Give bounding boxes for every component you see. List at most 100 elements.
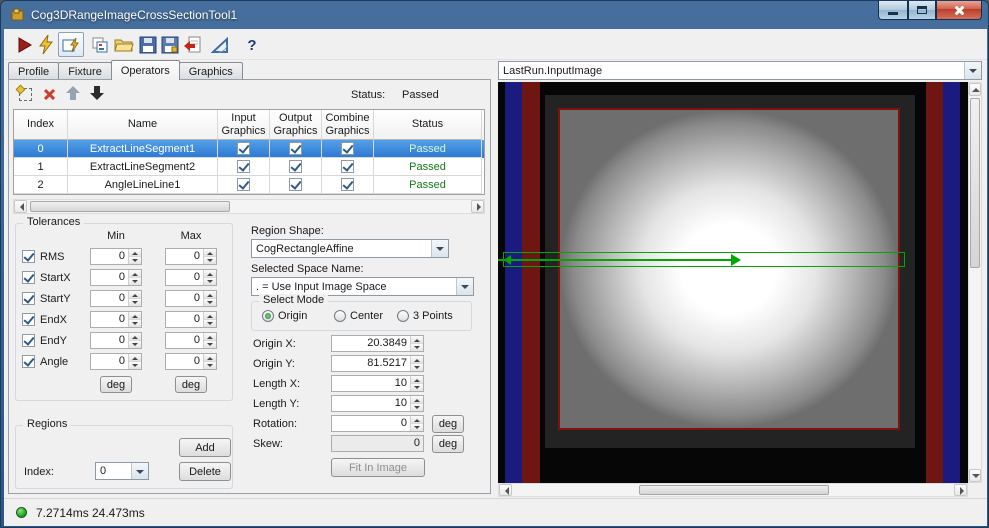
- add-region-button[interactable]: Add: [179, 438, 231, 457]
- spin-down-icon[interactable]: [129, 278, 141, 285]
- input-graphics-checkbox[interactable]: [237, 142, 250, 155]
- scroll-right-icon[interactable]: [954, 484, 967, 496]
- endy-checkbox[interactable]: [22, 334, 35, 347]
- spin-down-icon[interactable]: [129, 257, 141, 264]
- spin-up-icon[interactable]: [129, 312, 141, 320]
- spin-down-icon[interactable]: [204, 278, 216, 285]
- rotation-spinner[interactable]: 0: [331, 415, 424, 432]
- startx-min-spinner[interactable]: 0: [90, 269, 142, 286]
- output-graphics-checkbox[interactable]: [289, 178, 302, 191]
- spin-down-icon[interactable]: [129, 362, 141, 369]
- spin-down-icon[interactable]: [204, 299, 216, 306]
- delete-operator-icon[interactable]: [41, 86, 57, 102]
- spin-down-icon[interactable]: [411, 384, 423, 391]
- radio-origin[interactable]: Origin: [262, 310, 307, 322]
- spin-up-icon[interactable]: [204, 333, 216, 341]
- maximize-button[interactable]: [908, 1, 936, 20]
- spin-up-icon[interactable]: [129, 333, 141, 341]
- starty-min-spinner[interactable]: 0: [90, 290, 142, 307]
- move-down-icon[interactable]: [89, 85, 105, 101]
- starty-max-spinner[interactable]: 0: [165, 290, 217, 307]
- rotation-deg-button[interactable]: deg: [432, 415, 464, 433]
- input-graphics-checkbox[interactable]: [237, 178, 250, 191]
- chevron-down-icon[interactable]: [964, 62, 981, 79]
- spin-up-icon[interactable]: [204, 270, 216, 278]
- delete-region-button[interactable]: Delete: [179, 462, 231, 481]
- spin-down-icon[interactable]: [204, 320, 216, 327]
- spin-down-icon[interactable]: [411, 404, 423, 411]
- spin-up-icon[interactable]: [204, 354, 216, 362]
- starty-checkbox[interactable]: [22, 292, 35, 305]
- spin-down-icon[interactable]: [129, 299, 141, 306]
- cross-section-line[interactable]: [498, 259, 739, 261]
- minimize-button[interactable]: [878, 1, 908, 20]
- input-graphics-checkbox[interactable]: [237, 160, 250, 173]
- rms-max-spinner[interactable]: 0: [165, 248, 217, 265]
- open-icon[interactable]: [114, 35, 134, 55]
- table-row[interactable]: 1 ExtractLineSegment2 Passed: [14, 158, 484, 176]
- endy-max-spinner[interactable]: 0: [165, 332, 217, 349]
- spin-up-icon[interactable]: [411, 336, 423, 344]
- scroll-left-icon[interactable]: [14, 200, 27, 213]
- scrollbar-thumb[interactable]: [639, 485, 829, 495]
- endx-max-spinner[interactable]: 0: [165, 311, 217, 328]
- image-vscrollbar[interactable]: [968, 82, 982, 483]
- spin-down-icon[interactable]: [204, 362, 216, 369]
- chevron-down-icon[interactable]: [431, 240, 448, 257]
- skew-deg-button[interactable]: deg: [432, 435, 464, 453]
- length-x-spinner[interactable]: 10: [331, 375, 424, 392]
- tab-profile[interactable]: Profile: [8, 62, 60, 80]
- tab-operators[interactable]: Operators: [110, 60, 180, 80]
- table-row[interactable]: 2 AngleLineLine1 Passed: [14, 176, 484, 194]
- rms-checkbox[interactable]: [22, 250, 35, 263]
- save-icon[interactable]: [138, 35, 158, 55]
- spin-down-icon[interactable]: [129, 320, 141, 327]
- combine-graphics-checkbox[interactable]: [341, 142, 354, 155]
- import-icon[interactable]: [182, 35, 202, 55]
- spin-down-icon[interactable]: [411, 364, 423, 371]
- spin-down-icon[interactable]: [411, 344, 423, 351]
- combine-graphics-checkbox[interactable]: [341, 178, 354, 191]
- new-operator-icon[interactable]: [17, 86, 33, 102]
- scrollbar-thumb[interactable]: [30, 201, 230, 212]
- angle-min-spinner[interactable]: 0: [90, 353, 142, 370]
- spin-up-icon[interactable]: [411, 376, 423, 384]
- save-image-icon[interactable]: [160, 35, 180, 55]
- scrollbar-thumb[interactable]: [970, 98, 980, 268]
- run-tool-icon[interactable]: [14, 35, 34, 55]
- spin-up-icon[interactable]: [129, 354, 141, 362]
- spin-up-icon[interactable]: [204, 312, 216, 320]
- radio-3points[interactable]: 3 Points: [397, 310, 453, 322]
- radio-center[interactable]: Center: [334, 310, 383, 322]
- startx-max-spinner[interactable]: 0: [165, 269, 217, 286]
- region-index-dropdown[interactable]: 0: [95, 462, 149, 480]
- spin-up-icon[interactable]: [204, 249, 216, 257]
- angle-max-spinner[interactable]: 0: [165, 353, 217, 370]
- results-icon[interactable]: [90, 35, 110, 55]
- spin-up-icon[interactable]: [411, 396, 423, 404]
- endx-checkbox[interactable]: [22, 313, 35, 326]
- spin-up-icon[interactable]: [411, 416, 423, 424]
- spin-down-icon[interactable]: [129, 341, 141, 348]
- electric-run-icon[interactable]: [36, 35, 56, 55]
- tab-fixture[interactable]: Fixture: [58, 62, 112, 80]
- spin-down-icon[interactable]: [204, 341, 216, 348]
- spin-down-icon[interactable]: [204, 257, 216, 264]
- spin-up-icon[interactable]: [129, 270, 141, 278]
- electric-toggle-button[interactable]: [58, 32, 84, 57]
- spin-up-icon[interactable]: [129, 291, 141, 299]
- endy-min-spinner[interactable]: 0: [90, 332, 142, 349]
- chevron-down-icon[interactable]: [131, 463, 148, 479]
- rms-min-spinner[interactable]: 0: [90, 248, 142, 265]
- help-icon[interactable]: ?: [242, 35, 262, 55]
- min-deg-button[interactable]: deg: [100, 376, 132, 393]
- region-shape-dropdown[interactable]: CogRectangleAffine: [251, 239, 449, 258]
- origin-x-spinner[interactable]: 20.3849: [331, 335, 424, 352]
- display-source-dropdown[interactable]: LastRun.InputImage: [498, 61, 982, 80]
- output-graphics-checkbox[interactable]: [289, 142, 302, 155]
- scroll-up-icon[interactable]: [969, 83, 981, 96]
- spin-up-icon[interactable]: [204, 291, 216, 299]
- origin-y-spinner[interactable]: 81.5217: [331, 355, 424, 372]
- table-row[interactable]: 0 ExtractLineSegment1 Passed: [14, 140, 484, 158]
- endx-min-spinner[interactable]: 0: [90, 311, 142, 328]
